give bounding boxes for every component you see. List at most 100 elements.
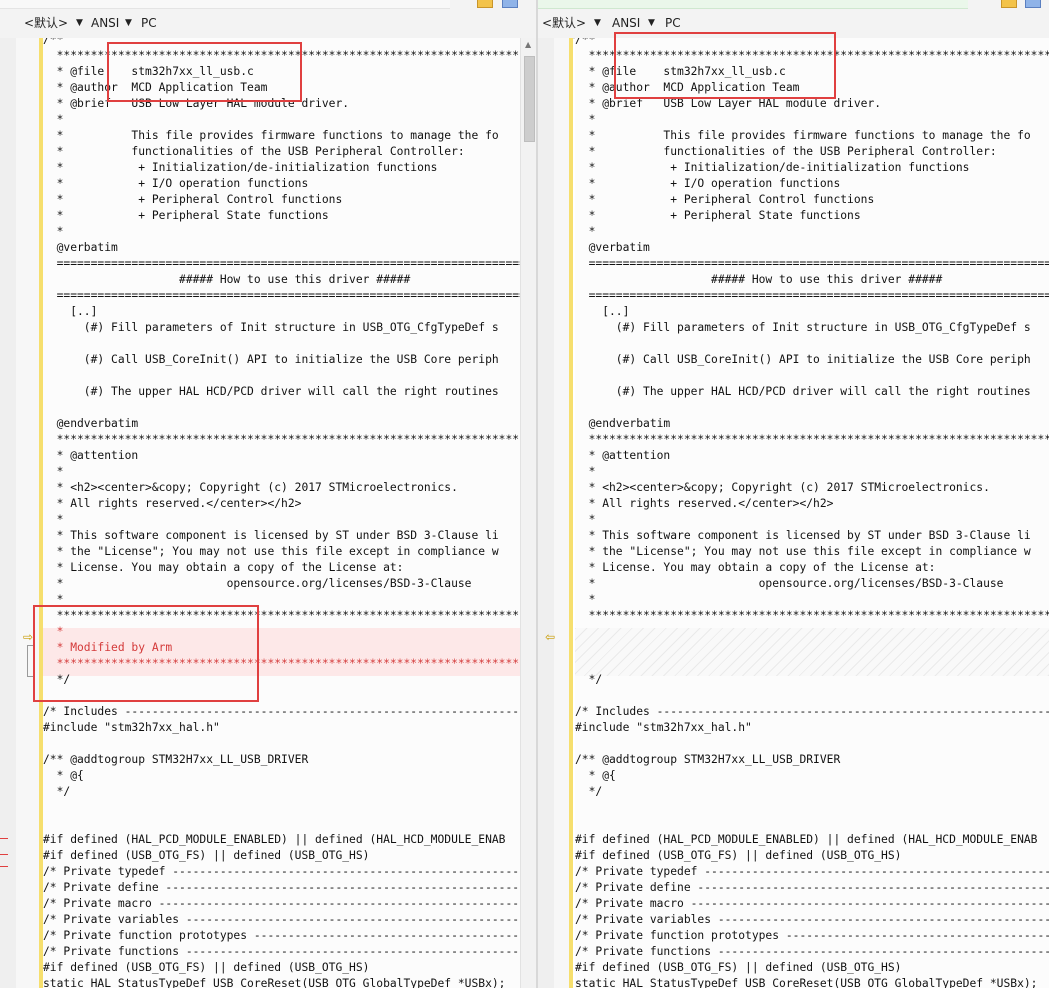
left-file-pane: <默认> ▼ ANSI ▼ PC /** *******************… (0, 0, 538, 988)
right-fold-column (554, 38, 569, 988)
left-code-line: * <h2><center>&copy; Copyright (c) 2017 … (43, 481, 458, 494)
left-code-line: * (43, 113, 64, 126)
left-code-line: * + Peripheral Control functions (43, 193, 343, 206)
right-code-line: * All rights reserved.</center></h2> (575, 497, 834, 510)
right-code-line: /* Private define ----------------------… (575, 881, 1049, 894)
right-code-line: @verbatim (575, 241, 650, 254)
left-code-line: @endverbatim (43, 417, 139, 430)
right-code-line: /** @addtogroup STM32H7xx_LL_USB_DRIVER (575, 753, 841, 766)
right-code-line: * opensource.org/licenses/BSD-3-Clause (575, 577, 1004, 590)
right-code-line: /* Private variables -------------------… (575, 913, 1049, 926)
left-scroll-up-icon[interactable]: ▲ (525, 41, 531, 49)
right-code-line: * This software component is licensed by… (575, 529, 1031, 542)
right-code-line: ****************************************… (588, 609, 1049, 622)
right-code-line: (#) Call USB_CoreInit() API to initializ… (575, 353, 1031, 366)
left-code-line: /* Private macro -----------------------… (43, 897, 520, 910)
right-code-line: * (575, 113, 596, 126)
left-scroll-thumb[interactable] (524, 56, 535, 142)
left-code-line: /* Private variables -------------------… (43, 913, 520, 926)
left-code-line: * @attention (43, 449, 139, 462)
right-code-line: @endverbatim (575, 417, 671, 430)
right-code-area[interactable]: /** ************************************… (575, 38, 1049, 988)
right-charset-dropdown-icon[interactable]: ▼ (648, 15, 655, 31)
right-folder-icon[interactable] (1001, 0, 1017, 8)
left-diff-arrow-icon[interactable]: ⇨ (23, 631, 33, 643)
right-code-line: * functionalities of the USB Peripheral … (575, 145, 997, 158)
left-code-line: /* Private define ----------------------… (43, 881, 520, 894)
right-code-line: ========================================… (588, 289, 1049, 302)
right-code-line: * the "License"; You may not use this fi… (575, 545, 1031, 558)
left-code-line: * @{ (43, 769, 84, 782)
right-code-line: * License. You may obtain a copy of the … (575, 561, 936, 574)
left-code-line: * License. You may obtain a copy of the … (43, 561, 404, 574)
right-code-line: /* Private function prototypes ---------… (575, 929, 1049, 942)
right-code-line: #if defined (HAL_PCD_MODULE_ENABLED) || … (575, 833, 1038, 846)
left-code-line: (#) The upper HAL HCD/PCD driver will ca… (43, 385, 499, 398)
left-code-line: * (43, 465, 64, 478)
left-code-line: * + Initialization/de-initialization fun… (43, 161, 438, 174)
left-code-line: /** @addtogroup STM32H7xx_LL_USB_DRIVER (43, 753, 309, 766)
right-code-line: /* Private typedef ---------------------… (575, 865, 1049, 878)
left-code-line: * This file provides firmware functions … (43, 129, 499, 142)
right-code-line: ##### How to use this driver ##### (575, 273, 943, 286)
right-code-line: (#) Fill parameters of Init structure in… (575, 321, 1031, 334)
right-file-pane: <默认> ▼ ANSI ▼ PC /** *******************… (538, 0, 1049, 988)
left-code-line: /* Private typedef ---------------------… (43, 865, 520, 878)
left-edge-mark-1 (0, 838, 8, 839)
right-save-icon[interactable] (1025, 0, 1041, 8)
right-code-line: */ (575, 673, 603, 686)
left-code-line: * + Peripheral State functions (43, 209, 329, 222)
left-code-line: (#) Call USB_CoreInit() API to initializ… (43, 353, 499, 366)
left-code-line: [..] (43, 305, 98, 318)
right-code-line: /* Includes ----------------------------… (575, 705, 1049, 718)
right-missing-block (575, 628, 1049, 676)
right-code-line: [..] (575, 305, 630, 318)
left-code-line: * (43, 225, 64, 238)
left-modified-block-highlight (33, 605, 259, 702)
left-lineend-label[interactable]: PC (141, 15, 157, 31)
left-code-line: */ (43, 785, 71, 798)
right-change-marker-bar (569, 38, 573, 988)
right-encoding-select[interactable]: <默认> (542, 15, 586, 31)
left-code-line: * the "License"; You may not use this fi… (43, 545, 499, 558)
right-file-header-highlight (614, 32, 836, 99)
right-encoding-dropdown-icon[interactable]: ▼ (594, 15, 601, 31)
left-code-line: /* Includes ----------------------------… (43, 705, 520, 718)
left-code-line: #if defined (USB_OTG_FS) || defined (USB… (43, 849, 370, 862)
right-diff-arrow-icon[interactable]: ⇦ (545, 631, 555, 643)
left-code-line: * functionalities of the USB Peripheral … (43, 145, 465, 158)
left-code-line: ##### How to use this driver ##### (43, 273, 411, 286)
right-code-line: #if defined (USB_OTG_FS) || defined (USB… (575, 961, 902, 974)
right-code-line: * (575, 465, 596, 478)
right-file-path-strip (538, 0, 968, 9)
right-code-line: * + Peripheral Control functions (575, 193, 875, 206)
left-file-header-highlight (107, 42, 302, 102)
left-code-area[interactable]: /** ************************************… (43, 38, 520, 988)
left-charset-dropdown-icon[interactable]: ▼ (125, 15, 132, 31)
left-code-line: ****************************************… (56, 433, 520, 446)
right-code-line: * @attention (575, 449, 671, 462)
right-code-line: * (575, 225, 596, 238)
left-encoding-dropdown-icon[interactable]: ▼ (76, 15, 83, 31)
left-file-path-strip (0, 0, 450, 9)
left-save-icon[interactable] (502, 0, 518, 8)
right-code-line: * (575, 593, 596, 606)
right-charset-select[interactable]: ANSI (612, 15, 640, 31)
right-code-line: */ (575, 785, 603, 798)
right-code-line: ========================================… (588, 257, 1049, 270)
left-code-line: #if defined (USB_OTG_FS) || defined (USB… (43, 961, 370, 974)
right-gutter (538, 38, 554, 988)
left-code-line: * (43, 513, 64, 526)
left-charset-select[interactable]: ANSI (91, 15, 119, 31)
left-code-line: #include "stm32h7xx_hal.h" (43, 721, 220, 734)
left-folder-icon[interactable] (477, 0, 493, 8)
right-code-line: * (575, 513, 596, 526)
right-code-line: * This file provides firmware functions … (575, 129, 1031, 142)
right-lineend-label[interactable]: PC (665, 15, 681, 31)
left-code-line: * + I/O operation functions (43, 177, 309, 190)
left-edge-mark-3 (0, 866, 8, 867)
left-vertical-scrollbar[interactable]: ▲ (520, 38, 537, 988)
left-encoding-select[interactable]: <默认> (24, 15, 68, 31)
left-code-line: * opensource.org/licenses/BSD-3-Clause (43, 577, 472, 590)
right-code-line: /* Private functions -------------------… (575, 945, 1049, 958)
